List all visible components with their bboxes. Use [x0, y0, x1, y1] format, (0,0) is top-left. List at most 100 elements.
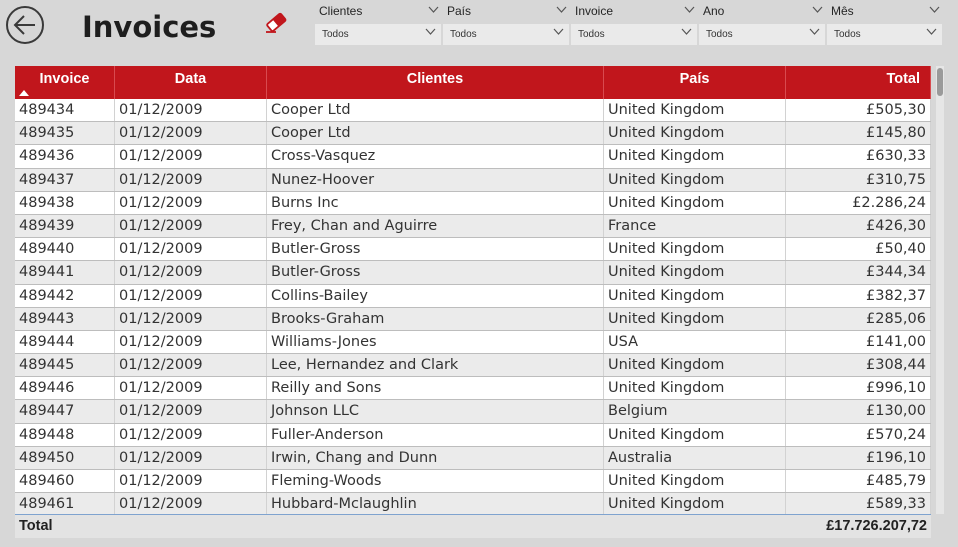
column-header-invoice[interactable]: Invoice: [15, 66, 115, 99]
cell-invoice: 489438: [15, 191, 115, 214]
filter-dropdown[interactable]: Todos: [443, 24, 569, 45]
table-row[interactable]: 489437 01/12/2009 Nunez-Hoover United Kingd…: [15, 168, 931, 192]
filter-clientes[interactable]: Clientes Todos: [315, 2, 441, 46]
cell-total: £996,10: [786, 377, 931, 400]
cell-invoice: 489445: [15, 354, 115, 377]
back-arrow-icon: [13, 15, 35, 35]
cell-pais: United Kingdom: [604, 238, 786, 261]
cell-invoice: 489444: [15, 330, 115, 354]
cell-data: 01/12/2009: [115, 214, 267, 238]
column-header-total[interactable]: Total: [786, 66, 931, 99]
cell-clientes: Collins-Bailey: [267, 284, 604, 307]
chevron-down-icon[interactable]: [929, 6, 940, 14]
clear-filters-button[interactable]: [264, 10, 288, 38]
column-header-clientes[interactable]: Clientes: [267, 66, 604, 99]
table-total-row: Total £17.726.207,72: [15, 514, 931, 538]
filter-dropdown[interactable]: Todos: [699, 24, 825, 45]
cell-clientes: Nunez-Hoover: [267, 168, 604, 191]
cell-data: 01/12/2009: [115, 261, 267, 284]
chevron-down-icon[interactable]: [812, 6, 823, 14]
cell-total: £426,30: [786, 214, 931, 238]
chevron-down-icon[interactable]: [684, 6, 695, 14]
filter-label: Ano: [703, 4, 725, 18]
table-row[interactable]: 489448 01/12/2009 Fuller-Anderson United Ki…: [15, 423, 931, 447]
cell-invoice: 489461: [15, 493, 115, 514]
table-row[interactable]: 489439 01/12/2009 Frey, Chan and Aguirre Fr…: [15, 214, 931, 239]
cell-clientes: Cooper Ltd: [267, 122, 604, 145]
invoices-table: Invoice Data Clientes País Total 489434 0…: [15, 66, 931, 514]
page-title: Invoices: [82, 10, 217, 44]
column-header-data[interactable]: Data: [115, 66, 267, 99]
filter-dropdown[interactable]: Todos: [571, 24, 697, 45]
total-label: Total: [19, 518, 53, 534]
bottom-bar: [0, 538, 958, 547]
cell-pais: United Kingdom: [604, 470, 786, 493]
cell-pais: United Kingdom: [604, 284, 786, 307]
column-header-label: Data: [174, 71, 207, 87]
cell-invoice: 489436: [15, 145, 115, 168]
cell-data: 01/12/2009: [115, 400, 267, 423]
cell-clientes: Reilly and Sons: [267, 377, 604, 400]
filter-pais[interactable]: País Todos: [443, 2, 569, 46]
vertical-scrollbar[interactable]: [936, 66, 944, 514]
table-row[interactable]: 489438 01/12/2009 Burns Inc United Kingdom £…: [15, 191, 931, 215]
table-row[interactable]: 489443 01/12/2009 Brooks-Graham United King…: [15, 307, 931, 331]
column-header-pais[interactable]: País: [604, 66, 786, 99]
filter-value: Todos: [706, 29, 733, 40]
scrollbar-thumb[interactable]: [937, 68, 943, 96]
table-row[interactable]: 489445 01/12/2009 Lee, Hernandez and Clark…: [15, 354, 931, 378]
cell-data: 01/12/2009: [115, 191, 267, 214]
table-row[interactable]: 489444 01/12/2009 Williams-Jones USA £141,00: [15, 330, 931, 355]
filter-dropdown[interactable]: Todos: [315, 24, 441, 45]
cell-clientes: Hubbard-Mclaughlin: [267, 493, 604, 514]
filter-label: Clientes: [319, 4, 363, 18]
filter-dropdown[interactable]: Todos: [827, 24, 942, 45]
eraser-icon: [266, 12, 287, 33]
table-row[interactable]: 489460 01/12/2009 Fleming-Woods United King…: [15, 470, 931, 494]
cell-pais: France: [604, 214, 786, 238]
chevron-down-icon[interactable]: [556, 6, 567, 14]
chevron-down-icon[interactable]: [428, 6, 439, 14]
back-button[interactable]: [6, 6, 44, 44]
column-header-label: Total: [886, 71, 920, 87]
cell-total: £589,33: [786, 493, 931, 514]
column-header-label: País: [679, 71, 710, 87]
filter-mes[interactable]: Mês Todos: [827, 2, 942, 46]
cell-pais: United Kingdom: [604, 99, 786, 122]
cell-clientes: Fuller-Anderson: [267, 423, 604, 446]
table-row[interactable]: 489446 01/12/2009 Reilly and Sons United Ki…: [15, 377, 931, 401]
cell-invoice: 489439: [15, 214, 115, 238]
filter-invoice[interactable]: Invoice Todos: [571, 2, 697, 46]
cell-invoice: 489441: [15, 261, 115, 284]
table-row[interactable]: 489435 01/12/2009 Cooper Ltd United Kingdom…: [15, 122, 931, 146]
cell-total: £485,79: [786, 470, 931, 493]
cell-pais: United Kingdom: [604, 261, 786, 284]
cell-invoice: 489442: [15, 284, 115, 307]
table-row[interactable]: 489440 01/12/2009 Butler-Gross United Kingd…: [15, 238, 931, 262]
cell-data: 01/12/2009: [115, 238, 267, 261]
table-row[interactable]: 489442 01/12/2009 Collins-Bailey United Kin…: [15, 284, 931, 308]
table-row[interactable]: 489461 01/12/2009 Hubbard-Mclaughlin United…: [15, 493, 931, 514]
cell-clientes: Cooper Ltd: [267, 99, 604, 122]
cell-data: 01/12/2009: [115, 446, 267, 469]
table-row[interactable]: 489441 01/12/2009 Butler-Gross United Kingd…: [15, 261, 931, 285]
cell-invoice: 489448: [15, 423, 115, 446]
filter-value: Todos: [450, 29, 477, 40]
cell-data: 01/12/2009: [115, 284, 267, 307]
cell-data: 01/12/2009: [115, 423, 267, 446]
cell-pais: United Kingdom: [604, 168, 786, 191]
cell-pais: United Kingdom: [604, 423, 786, 446]
cell-data: 01/12/2009: [115, 307, 267, 330]
cell-invoice: 489446: [15, 377, 115, 400]
cell-total: £505,30: [786, 99, 931, 122]
cell-data: 01/12/2009: [115, 493, 267, 514]
table-row[interactable]: 489450 01/12/2009 Irwin, Chang and Dunn Aus…: [15, 446, 931, 470]
table-row[interactable]: 489436 01/12/2009 Cross-Vasquez United King…: [15, 145, 931, 169]
table-row[interactable]: 489434 01/12/2009 Cooper Ltd United Kingdom…: [15, 99, 931, 123]
filter-value: Todos: [834, 29, 861, 40]
cell-total: £570,24: [786, 423, 931, 446]
filter-ano[interactable]: Ano Todos: [699, 2, 825, 46]
cell-clientes: Frey, Chan and Aguirre: [267, 214, 604, 238]
table-row[interactable]: 489447 01/12/2009 Johnson LLC Belgium £130,0…: [15, 400, 931, 424]
cell-total: £308,44: [786, 354, 931, 377]
